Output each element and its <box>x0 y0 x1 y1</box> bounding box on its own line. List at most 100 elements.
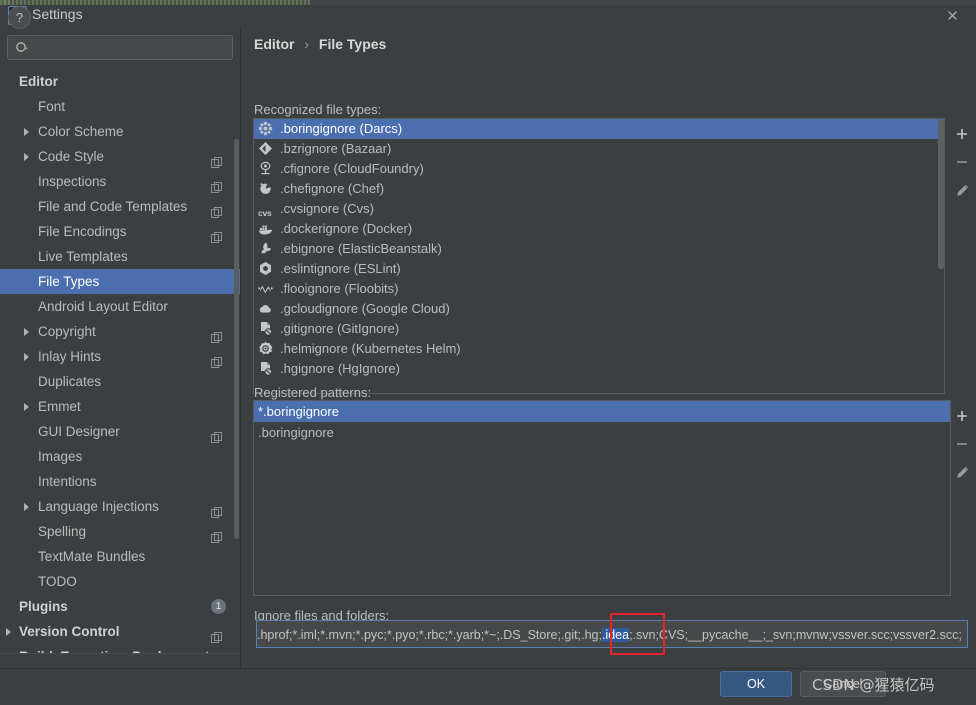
file-type-label: .dockerignore (Docker) <box>280 221 413 236</box>
sidebar-item-emmet[interactable]: Emmet <box>0 394 240 419</box>
sidebar-item-label: TextMate Bundles <box>38 549 146 564</box>
recognized-list-scrollbar-thumb[interactable] <box>938 119 944 269</box>
sidebar-item-copyright[interactable]: Copyright <box>0 319 240 344</box>
pattern-row[interactable]: .boringignore <box>254 422 950 443</box>
file-type-label: .bzrignore (Bazaar) <box>280 141 392 156</box>
file-type-row[interactable]: .chefignore (Chef) <box>254 179 944 199</box>
sidebar-item-build-execution-deployment[interactable]: Build, Execution, Deployment <box>0 644 240 653</box>
sidebar-item-version-control[interactable]: Version Control <box>0 619 240 644</box>
sidebar-item-intentions[interactable]: Intentions <box>0 469 240 494</box>
chevron-right-icon[interactable] <box>24 403 29 411</box>
file-type-row[interactable]: cvs .cvsignore (Cvs) <box>254 199 944 219</box>
pattern-row[interactable]: *.boringignore <box>254 401 950 422</box>
copy-settings-icon[interactable] <box>211 176 222 193</box>
copy-settings-icon[interactable] <box>211 151 222 168</box>
edit-pattern-button[interactable] <box>947 458 976 486</box>
recognized-file-types-list[interactable]: .boringignore (Darcs) .bzrignore (Bazaar)… <box>253 118 945 394</box>
file-type-row[interactable]: .helmignore (Kubernetes Helm) <box>254 339 944 359</box>
sidebar-item-plugins[interactable]: Plugins 1 <box>0 594 240 619</box>
file-type-row[interactable]: .flooignore (Floobits) <box>254 279 944 299</box>
sidebar-item-inspections[interactable]: Inspections <box>0 169 240 194</box>
chevron-right-icon[interactable] <box>24 153 29 161</box>
copy-settings-icon[interactable] <box>211 626 222 643</box>
registered-patterns-list[interactable]: *.boringignore .boringignore <box>253 400 951 596</box>
sidebar-item-spelling[interactable]: Spelling <box>0 519 240 544</box>
help-button[interactable]: ? <box>8 6 31 29</box>
cloudfoundry-icon <box>258 161 274 177</box>
sidebar-item-todo[interactable]: TODO <box>0 569 240 594</box>
search-box[interactable] <box>7 35 233 61</box>
ignore-files-value: .hprof;*.iml;*.mvn;*.pyc;*.pyo;*.rbc;*.y… <box>257 625 962 645</box>
sidebar-item-label: GUI Designer <box>38 424 120 439</box>
sidebar-item-label: Spelling <box>38 524 87 539</box>
sidebar-item-inlay-hints[interactable]: Inlay Hints <box>0 344 240 369</box>
search-input[interactable] <box>35 36 229 61</box>
chevron-right-icon[interactable] <box>24 503 29 511</box>
sidebar-item-file-encodings[interactable]: File Encodings <box>0 219 240 244</box>
add-pattern-button[interactable] <box>947 402 976 430</box>
chevron-right-icon[interactable] <box>6 628 11 636</box>
breadcrumb-current: File Types <box>318 36 387 52</box>
sidebar-item-label: Editor <box>19 74 58 89</box>
copy-settings-icon[interactable] <box>211 326 222 343</box>
sidebar-item-label: File and Code Templates <box>38 199 188 214</box>
file-type-row[interactable]: .dockerignore (Docker) <box>254 219 944 239</box>
sidebar-item-gui-designer[interactable]: GUI Designer <box>0 419 240 444</box>
file-type-row[interactable]: .eslintignore (ESLint) <box>254 259 944 279</box>
chevron-right-icon[interactable] <box>24 128 29 136</box>
remove-pattern-button[interactable] <box>947 430 976 458</box>
copy-settings-icon[interactable] <box>211 201 222 218</box>
file-type-label: .gcloudignore (Google Cloud) <box>280 301 450 316</box>
recognized-list-scrollbar[interactable] <box>938 119 944 393</box>
sidebar-item-label: Color Scheme <box>38 124 124 139</box>
edit-file-type-button[interactable] <box>947 176 976 204</box>
chevron-right-icon[interactable] <box>24 353 29 361</box>
copy-settings-icon[interactable] <box>211 226 222 243</box>
darcs-icon <box>258 121 274 137</box>
search-icon <box>15 41 29 55</box>
chevron-right-icon[interactable] <box>24 328 29 336</box>
google-cloud-icon <box>258 301 274 317</box>
window-title: Settings <box>32 6 83 22</box>
sidebar-item-editor[interactable]: Editor <box>0 69 240 94</box>
sidebar-item-images[interactable]: Images <box>0 444 240 469</box>
helm-icon <box>258 341 274 357</box>
file-type-row[interactable]: .ebignore (ElasticBeanstalk) <box>254 239 944 259</box>
file-type-row[interactable]: .bzrignore (Bazaar) <box>254 139 944 159</box>
sidebar-scrollbar[interactable] <box>234 69 239 653</box>
hgignore-icon <box>258 361 274 377</box>
breadcrumb-root[interactable]: Editor <box>254 36 294 52</box>
ignore-files-input[interactable]: .hprof;*.iml;*.mvn;*.pyc;*.pyo;*.rbc;*.y… <box>256 620 968 648</box>
copy-settings-icon[interactable] <box>211 351 222 368</box>
sidebar-item-live-templates[interactable]: Live Templates <box>0 244 240 269</box>
registered-patterns-label: Registered patterns: <box>254 385 372 400</box>
sidebar-item-code-style[interactable]: Code Style <box>0 144 240 169</box>
copy-settings-icon[interactable] <box>211 501 222 518</box>
sidebar-item-label: Version Control <box>19 624 120 639</box>
breadcrumb: Editor › File Types <box>254 36 386 52</box>
sidebar-scrollbar-thumb[interactable] <box>234 139 239 539</box>
sidebar-item-color-scheme[interactable]: Color Scheme <box>0 119 240 144</box>
close-icon[interactable] <box>940 4 964 26</box>
file-type-row[interactable]: .hgignore (HgIgnore) <box>254 359 944 379</box>
file-type-row[interactable]: .gcloudignore (Google Cloud) <box>254 299 944 319</box>
recognized-toolbar <box>947 120 976 204</box>
sidebar-item-label: Duplicates <box>38 374 102 389</box>
copy-settings-icon[interactable] <box>211 426 222 443</box>
add-file-type-button[interactable] <box>947 120 976 148</box>
remove-file-type-button[interactable] <box>947 148 976 176</box>
sidebar-item-android-layout-editor[interactable]: Android Layout Editor <box>0 294 240 319</box>
sidebar-item-textmate-bundles[interactable]: TextMate Bundles <box>0 544 240 569</box>
cancel-button[interactable]: Cancel <box>800 671 886 697</box>
sidebar-item-duplicates[interactable]: Duplicates <box>0 369 240 394</box>
sidebar-item-file-and-code-templates[interactable]: File and Code Templates <box>0 194 240 219</box>
sidebar-item-file-types[interactable]: File Types <box>0 269 240 294</box>
sidebar-item-language-injections[interactable]: Language Injections <box>0 494 240 519</box>
ok-button[interactable]: OK <box>720 671 792 697</box>
file-type-row[interactable]: .gitignore (GitIgnore) <box>254 319 944 339</box>
file-type-row[interactable]: .boringignore (Darcs) <box>254 119 944 139</box>
file-type-row[interactable]: .cfignore (CloudFoundry) <box>254 159 944 179</box>
sidebar-item-font[interactable]: Font <box>0 94 240 119</box>
file-type-label: .helmignore (Kubernetes Helm) <box>280 341 461 356</box>
copy-settings-icon[interactable] <box>211 526 222 543</box>
